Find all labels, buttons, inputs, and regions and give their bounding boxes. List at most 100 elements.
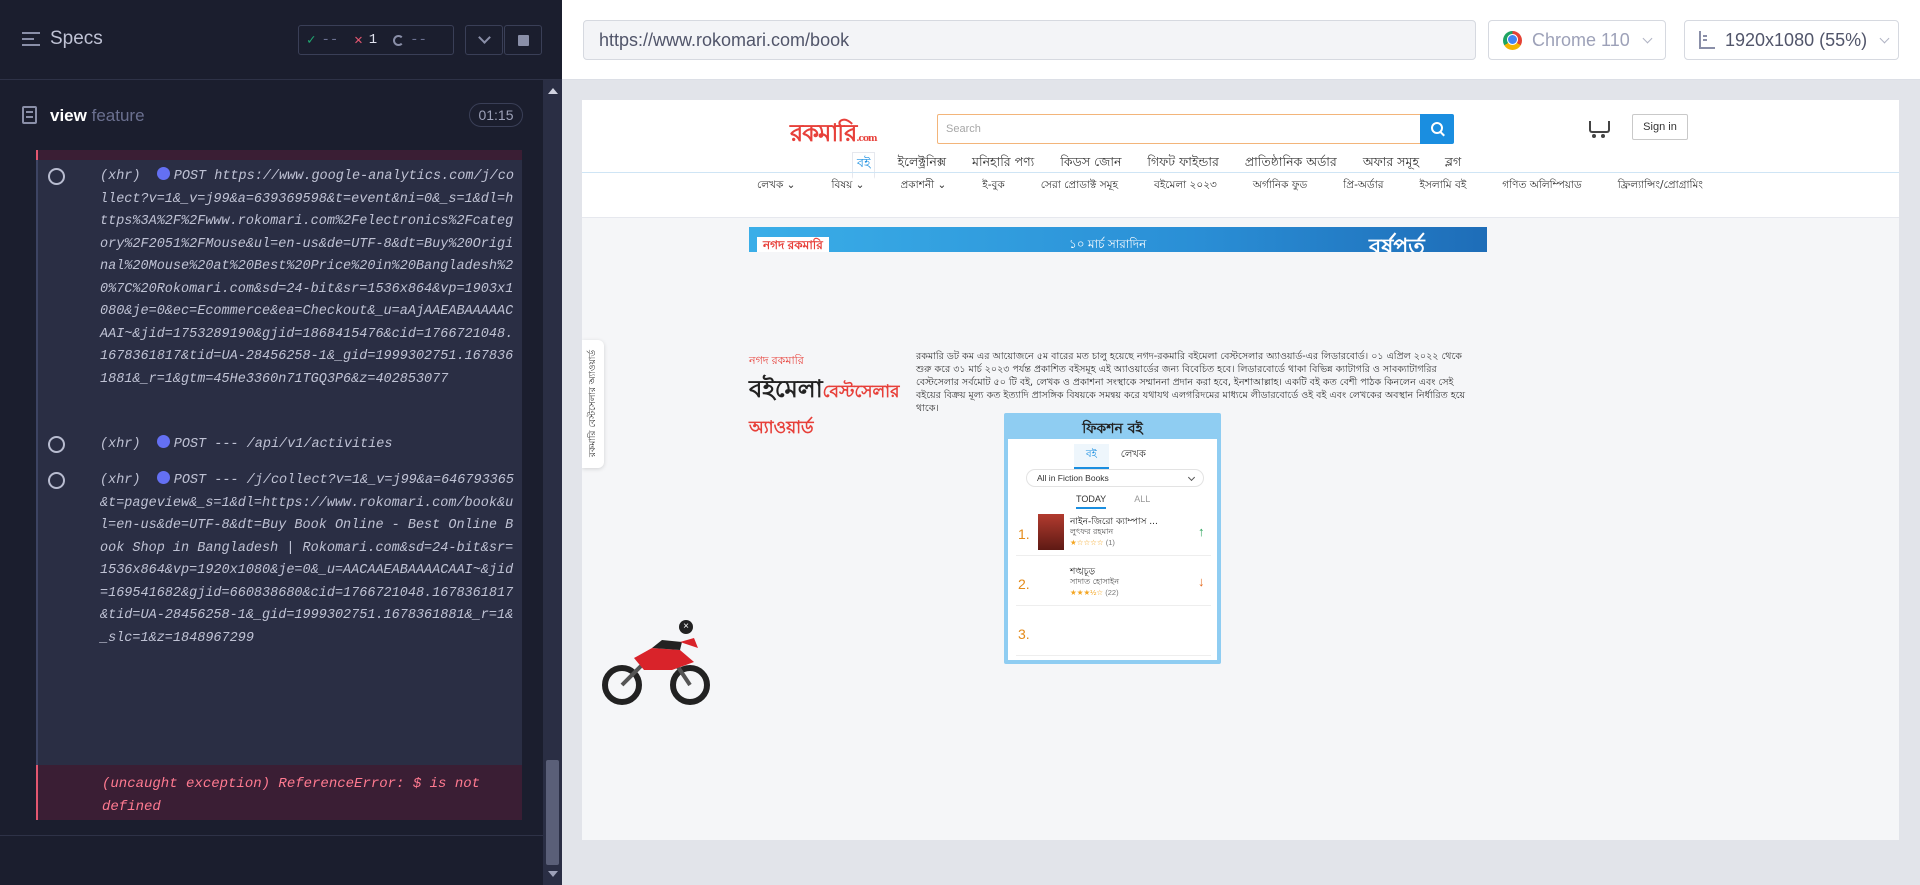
scrollbar-thumb[interactable] bbox=[546, 760, 559, 865]
leaderboard-tabs: বই লেখক bbox=[1074, 444, 1158, 469]
xhr-dot-icon bbox=[156, 435, 170, 448]
site-search-input[interactable]: Search bbox=[937, 114, 1429, 144]
cross-icon: ✕ bbox=[354, 32, 363, 49]
tab-books[interactable]: বই bbox=[1074, 444, 1109, 469]
close-icon[interactable]: × bbox=[679, 620, 693, 634]
sub-nav-item[interactable]: বইমেলা ২০২৩ bbox=[1154, 178, 1217, 195]
chevron-down-icon bbox=[1879, 33, 1890, 43]
command-row[interactable]: (xhr) POST https://www.google-analytics.… bbox=[36, 166, 522, 426]
passed-count: -- bbox=[321, 32, 339, 48]
sub-nav-item[interactable]: অর্গানিক ফুড bbox=[1253, 178, 1307, 195]
spec-name: view feature bbox=[50, 106, 145, 125]
nav-item-electronics[interactable]: ইলেক্ট্রনিক্স bbox=[893, 152, 950, 179]
specs-list-icon bbox=[22, 32, 40, 46]
award-logo: নগদ রকমারি বইমেলাবেস্টসেলার অ্যাওয়ার্ড bbox=[749, 355, 900, 438]
nav-item-gift[interactable]: গিফট ফাইন্ডার bbox=[1143, 152, 1222, 179]
signin-button[interactable]: Sign in bbox=[1632, 114, 1688, 140]
runner-panel: Specs ✓ -- ✕ 1 -- view feature 01:15 (xh… bbox=[0, 0, 562, 885]
motorbike-ad[interactable] bbox=[602, 620, 712, 710]
sub-nav-item[interactable]: সেরা প্রোডাক্ট সমূহ bbox=[1041, 178, 1118, 195]
pending-stat: -- bbox=[385, 32, 435, 48]
sub-nav-item[interactable]: গণিত অলিম্পিয়াড bbox=[1502, 178, 1582, 195]
leaderboard-title: ফিকশন বই bbox=[1082, 421, 1143, 437]
nav-item-books[interactable]: বই bbox=[852, 152, 876, 179]
document-icon bbox=[22, 106, 37, 124]
command-log-scrollbar[interactable] bbox=[543, 80, 562, 885]
aut-iframe: রকমারি.com Search Sign in বই ইলেক্ট্রনিক… bbox=[582, 100, 1899, 840]
list-item[interactable]: 2. শঙ্খচূড় সাদাত হোসাইন ★★★½☆ (22) ↓ bbox=[1016, 564, 1211, 606]
search-icon[interactable] bbox=[1420, 114, 1454, 144]
spec-duration: 01:15 bbox=[469, 103, 523, 127]
pending-count: -- bbox=[410, 32, 427, 48]
aut-header: https://www.rokomari.com/book Chrome 110… bbox=[562, 0, 1920, 80]
xhr-dot-icon bbox=[156, 471, 170, 484]
period-tabs: TODAY ALL bbox=[1076, 494, 1150, 509]
promo-banner[interactable]: নগদ রকমারি ১০ মার্চ সারাদিন বর্ষপূর্ত bbox=[749, 227, 1487, 252]
specs-toggle[interactable]: Specs bbox=[22, 28, 103, 50]
stop-button[interactable] bbox=[504, 25, 542, 55]
list-item[interactable]: 1. নাইন-জিরো ক্যাম্পাস ... লুৎফর রহমান ★… bbox=[1016, 514, 1211, 556]
chrome-icon bbox=[1503, 30, 1522, 50]
site-header: রকমারি.com Search Sign in বই ইলেক্ট্রনিক… bbox=[582, 100, 1899, 218]
sub-nav-item[interactable]: প্রি-অর্ডার bbox=[1343, 178, 1383, 195]
divider bbox=[0, 835, 543, 836]
nav-item-offers[interactable]: অফার সমূহ bbox=[1359, 152, 1423, 179]
command-row[interactable]: (xhr) POST --- /j/collect?v=1&_v=j99&a=6… bbox=[36, 470, 522, 760]
sub-nav-item[interactable]: ই-বুক bbox=[982, 178, 1004, 195]
nav-item-institutional[interactable]: প্রাতিষ্ঠানিক অর্ডার bbox=[1241, 152, 1341, 179]
nav-item-stationery[interactable]: মনিহারি পণ্য bbox=[968, 152, 1038, 179]
trend-down-icon: ↓ bbox=[1198, 574, 1205, 589]
viewport-selector[interactable]: 1920x1080 (55%) bbox=[1684, 20, 1899, 60]
check-icon: ✓ bbox=[307, 32, 316, 49]
trend-up-icon: ↑ bbox=[1198, 524, 1205, 539]
command-text: (xhr) POST --- /j/collect?v=1&_v=j99&a=6… bbox=[100, 471, 514, 646]
nav-item-blog[interactable]: ব্লগ bbox=[1441, 152, 1465, 179]
tab-all[interactable]: ALL bbox=[1134, 494, 1150, 509]
scroll-up-icon[interactable] bbox=[548, 88, 558, 94]
ruler-icon bbox=[1699, 31, 1715, 49]
aut-panel: https://www.rokomari.com/book Chrome 110… bbox=[562, 0, 1920, 885]
sub-nav-item[interactable]: ফ্রিল্যান্সিং/প্রোগ্রামিং bbox=[1618, 178, 1703, 195]
tab-today[interactable]: TODAY bbox=[1076, 494, 1107, 509]
failed-stat: ✕ 1 bbox=[346, 32, 385, 49]
command-text: (xhr) POST https://www.google-analytics.… bbox=[100, 167, 514, 387]
passed-stat: ✓ -- bbox=[299, 32, 346, 49]
sub-nav: লেখক ⌄ বিষয় ⌄ প্রকাশনী ⌄ ই-বুক সেরা প্র… bbox=[757, 178, 1703, 195]
category-select[interactable]: All in Fiction Books bbox=[1026, 469, 1204, 487]
pending-circle-icon bbox=[48, 168, 65, 185]
book-cover bbox=[1038, 514, 1064, 550]
error-row[interactable]: (uncaught exception) ReferenceError: $ i… bbox=[36, 765, 522, 820]
command-row[interactable]: (xhr) POST --- /api/v1/activities bbox=[36, 434, 522, 458]
expand-menu-button[interactable] bbox=[465, 25, 503, 55]
sub-nav-item[interactable]: লেখক ⌄ bbox=[757, 178, 795, 195]
pending-circle-icon bbox=[48, 436, 65, 453]
fiction-leaderboard: ফিকশন বই বই লেখক All in Fiction Books TO… bbox=[1004, 413, 1221, 664]
stop-icon bbox=[517, 34, 529, 46]
tab-authors[interactable]: লেখক bbox=[1109, 444, 1158, 469]
list-item[interactable]: 3. bbox=[1016, 614, 1211, 656]
spec-header[interactable]: view feature 01:15 bbox=[0, 96, 540, 134]
divider bbox=[582, 172, 1899, 173]
sub-nav-item[interactable]: ইসলামি বই bbox=[1420, 178, 1467, 195]
cart-icon[interactable] bbox=[1586, 117, 1610, 139]
spinner-icon bbox=[393, 34, 405, 46]
xhr-dot-icon bbox=[156, 167, 170, 180]
browser-label: Chrome 110 bbox=[1532, 29, 1630, 50]
scroll-down-icon[interactable] bbox=[548, 871, 558, 877]
chevron-down-icon bbox=[1642, 33, 1653, 43]
browser-selector[interactable]: Chrome 110 bbox=[1488, 20, 1666, 60]
failed-count: 1 bbox=[368, 32, 378, 48]
error-strip bbox=[36, 150, 522, 160]
nav-item-kids[interactable]: কিডস জোন bbox=[1056, 152, 1125, 179]
award-description: রকমারি ডট কম এর আয়োজনে ৫ম বারের মত চালু… bbox=[916, 351, 1466, 414]
url-bar[interactable]: https://www.rokomari.com/book bbox=[583, 20, 1476, 60]
main-nav: বই ইলেক্ট্রনিক্স মনিহারি পণ্য কিডস জোন গ… bbox=[852, 152, 1465, 179]
sub-nav-item[interactable]: বিষয় ⌄ bbox=[831, 178, 864, 195]
side-award-tab[interactable]: রকমারি বেস্টসেলার অ্যাওয়ার্ড bbox=[582, 340, 604, 468]
site-logo[interactable]: রকমারি.com bbox=[790, 115, 878, 155]
command-log: (xhr) POST https://www.google-analytics.… bbox=[36, 150, 522, 820]
specs-title: Specs bbox=[50, 28, 103, 49]
sub-nav-item[interactable]: প্রকাশনী ⌄ bbox=[900, 178, 946, 195]
chevron-down-icon bbox=[477, 31, 491, 44]
command-text: (xhr) POST --- /api/v1/activities bbox=[100, 435, 393, 452]
